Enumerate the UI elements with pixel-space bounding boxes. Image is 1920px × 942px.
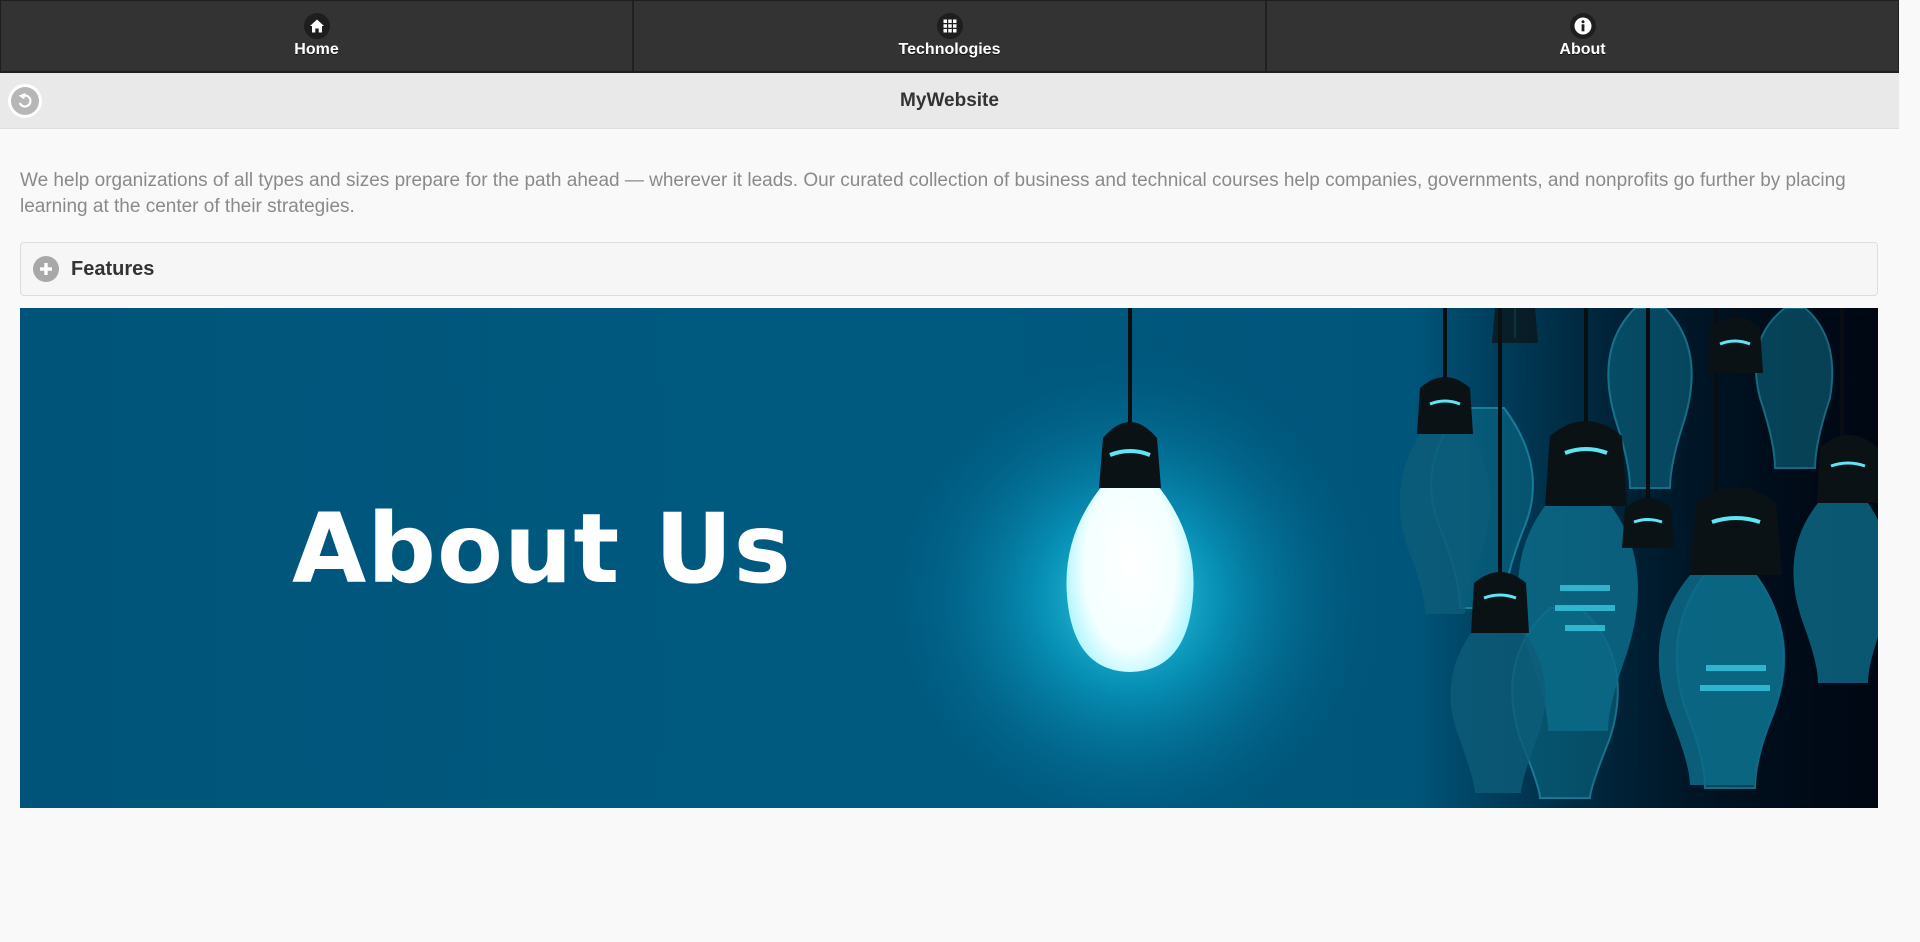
header-bar: MyWebsite: [0, 73, 1899, 129]
back-icon: [11, 87, 39, 115]
nav-item-technologies[interactable]: Technologies: [633, 0, 1266, 72]
grid-icon: [936, 13, 963, 39]
page-title: MyWebsite: [900, 89, 999, 111]
nav-item-home[interactable]: Home: [0, 0, 633, 72]
about-us-banner: About Us: [20, 308, 1878, 808]
home-icon: [303, 13, 330, 39]
top-navbar: Home Technologies About: [0, 0, 1899, 73]
nav-label-home: Home: [294, 41, 339, 58]
back-button[interactable]: [8, 84, 42, 118]
nav-item-about[interactable]: About: [1266, 0, 1899, 72]
plus-icon: [33, 256, 59, 282]
nav-label-technologies: Technologies: [898, 41, 1001, 58]
features-collapsible[interactable]: Features: [20, 242, 1878, 296]
features-label: Features: [71, 257, 155, 280]
info-icon: [1569, 13, 1596, 39]
banner-heading: About Us: [292, 493, 792, 605]
page: Home Technologies About MyWebsite We hel…: [0, 0, 1920, 942]
nav-label-about: About: [1559, 41, 1606, 58]
intro-paragraph: We help organizations of all types and s…: [20, 170, 1846, 217]
